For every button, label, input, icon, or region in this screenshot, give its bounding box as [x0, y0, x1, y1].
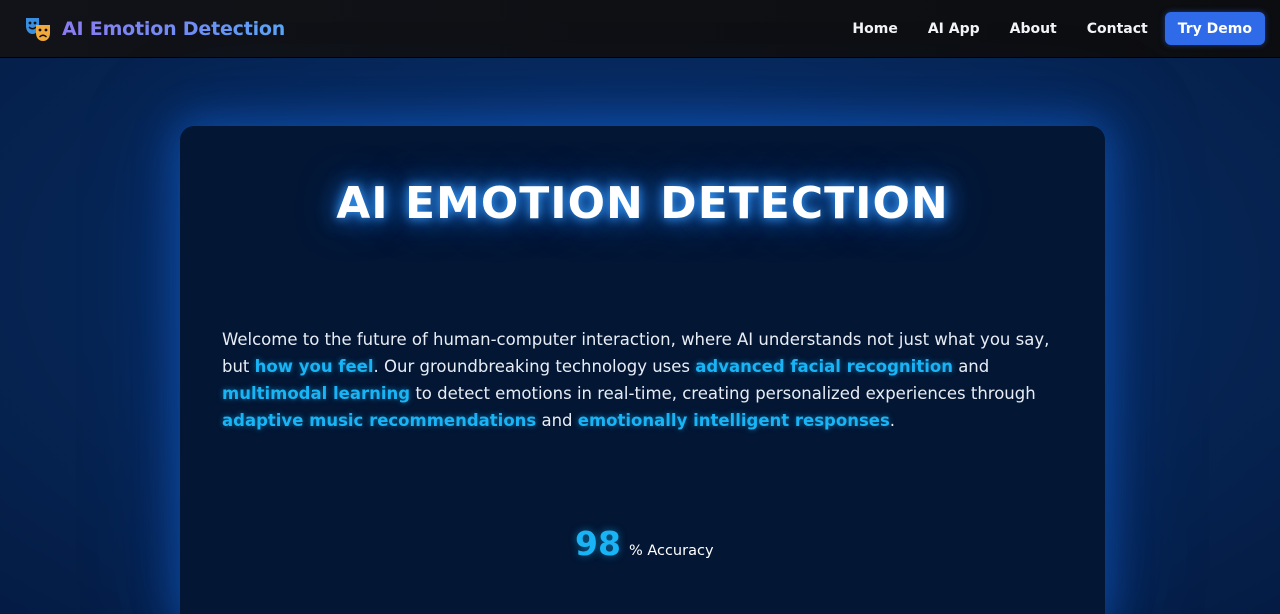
theater-masks-icon — [24, 15, 52, 43]
nav-link-home[interactable]: Home — [837, 13, 912, 45]
hero-title: AI EMOTION DETECTION — [336, 178, 949, 229]
page: AI Emotion Detection Home AI App About C… — [0, 0, 1280, 614]
hero-text-part: to detect emotions in real-time, creatin… — [410, 384, 1036, 403]
navbar: AI Emotion Detection Home AI App About C… — [0, 0, 1280, 58]
stat-number: 98 — [575, 524, 621, 563]
highlight-intelligent-responses: emotionally intelligent responses — [577, 411, 890, 430]
nav-link-about[interactable]: About — [995, 13, 1072, 45]
accuracy-stat: 98 % Accuracy — [575, 524, 714, 563]
hero-text-part: . — [889, 411, 896, 430]
nav-menu: Home AI App About Contact Try Demo — [837, 12, 1265, 45]
hero-card: AI EMOTION DETECTION Welcome to the futu… — [180, 126, 1105, 614]
highlight-multimodal-learning: multimodal learning — [222, 384, 411, 403]
brand-title: AI Emotion Detection — [62, 17, 286, 40]
highlight-music-recommendations: adaptive music recommendations — [222, 411, 537, 430]
stat-label: % Accuracy — [628, 543, 714, 559]
hero-text-part: . Our groundbreaking technology uses — [373, 357, 696, 376]
hero-text-part: and — [952, 357, 990, 376]
try-demo-button[interactable]: Try Demo — [1164, 12, 1265, 45]
highlight-facial-recognition: advanced facial recognition — [695, 357, 953, 376]
nav-link-ai-app[interactable]: AI App — [913, 13, 995, 45]
hero-description: Welcome to the future of human-computer … — [222, 326, 1072, 434]
hero-text-part: and — [536, 411, 578, 430]
nav-link-contact[interactable]: Contact — [1072, 13, 1163, 45]
highlight-how-you-feel: how you feel — [254, 357, 374, 376]
brand[interactable]: AI Emotion Detection — [24, 15, 285, 43]
